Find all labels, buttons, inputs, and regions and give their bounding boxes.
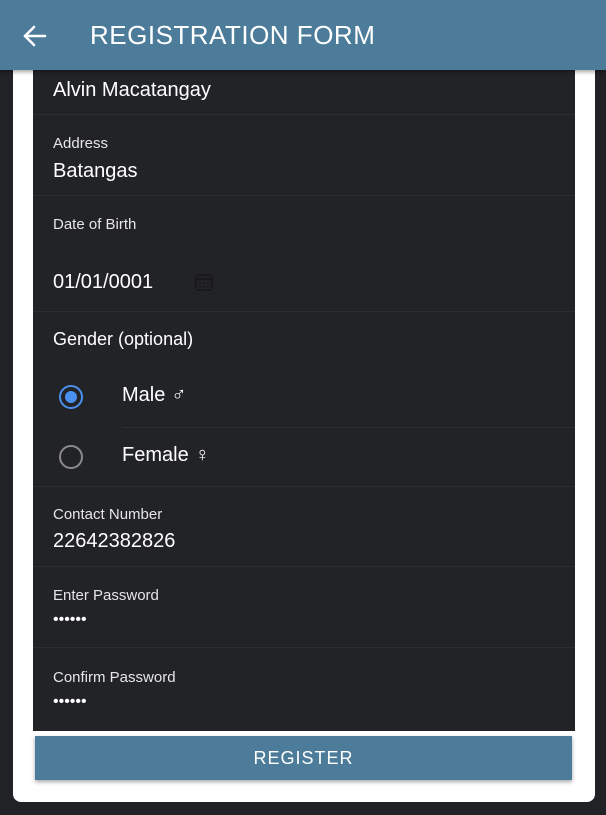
divider bbox=[33, 647, 575, 648]
male-label-text: Male bbox=[122, 384, 166, 406]
divider bbox=[122, 427, 575, 428]
male-symbol-icon: ♂ bbox=[171, 384, 187, 406]
password-label: Enter Password bbox=[53, 587, 159, 604]
dob-label: Date of Birth bbox=[53, 216, 137, 233]
female-symbol-icon: ♀ bbox=[194, 444, 210, 466]
registration-screen: Alvin Macatangay Address Batangas Date o… bbox=[0, 0, 606, 815]
contact-label: Contact Number bbox=[53, 506, 163, 523]
password-field[interactable]: •••••• bbox=[53, 611, 87, 629]
page-title: REGISTRATION FORM bbox=[90, 20, 376, 50]
form-panel: Alvin Macatangay Address Batangas Date o… bbox=[33, 66, 575, 731]
calendar-icon[interactable] bbox=[194, 272, 214, 292]
female-label-text: Female bbox=[122, 444, 189, 466]
male-radio[interactable] bbox=[59, 385, 83, 409]
gender-label: Gender (optional) bbox=[53, 329, 194, 349]
radio-dot bbox=[65, 391, 77, 403]
dob-field[interactable]: 01/01/0001 bbox=[53, 271, 153, 294]
divider bbox=[33, 311, 575, 312]
name-field[interactable]: Alvin Macatangay bbox=[53, 79, 211, 102]
divider bbox=[33, 486, 575, 487]
divider bbox=[33, 195, 575, 196]
female-label[interactable]: Female ♀ bbox=[122, 444, 210, 467]
arrow-left-icon[interactable] bbox=[22, 23, 48, 49]
divider bbox=[33, 566, 575, 567]
app-bar: REGISTRATION FORM bbox=[0, 0, 606, 70]
address-label: Address bbox=[53, 135, 109, 152]
male-label[interactable]: Male ♂ bbox=[122, 384, 186, 407]
register-button[interactable]: REGISTER bbox=[35, 736, 572, 780]
female-radio[interactable] bbox=[59, 445, 83, 469]
divider bbox=[33, 114, 575, 115]
contact-field[interactable]: 22642382826 bbox=[53, 530, 175, 553]
confirm-password-field[interactable]: •••••• bbox=[53, 693, 87, 711]
address-field[interactable]: Batangas bbox=[53, 160, 138, 183]
confirm-password-label: Confirm Password bbox=[53, 669, 176, 686]
